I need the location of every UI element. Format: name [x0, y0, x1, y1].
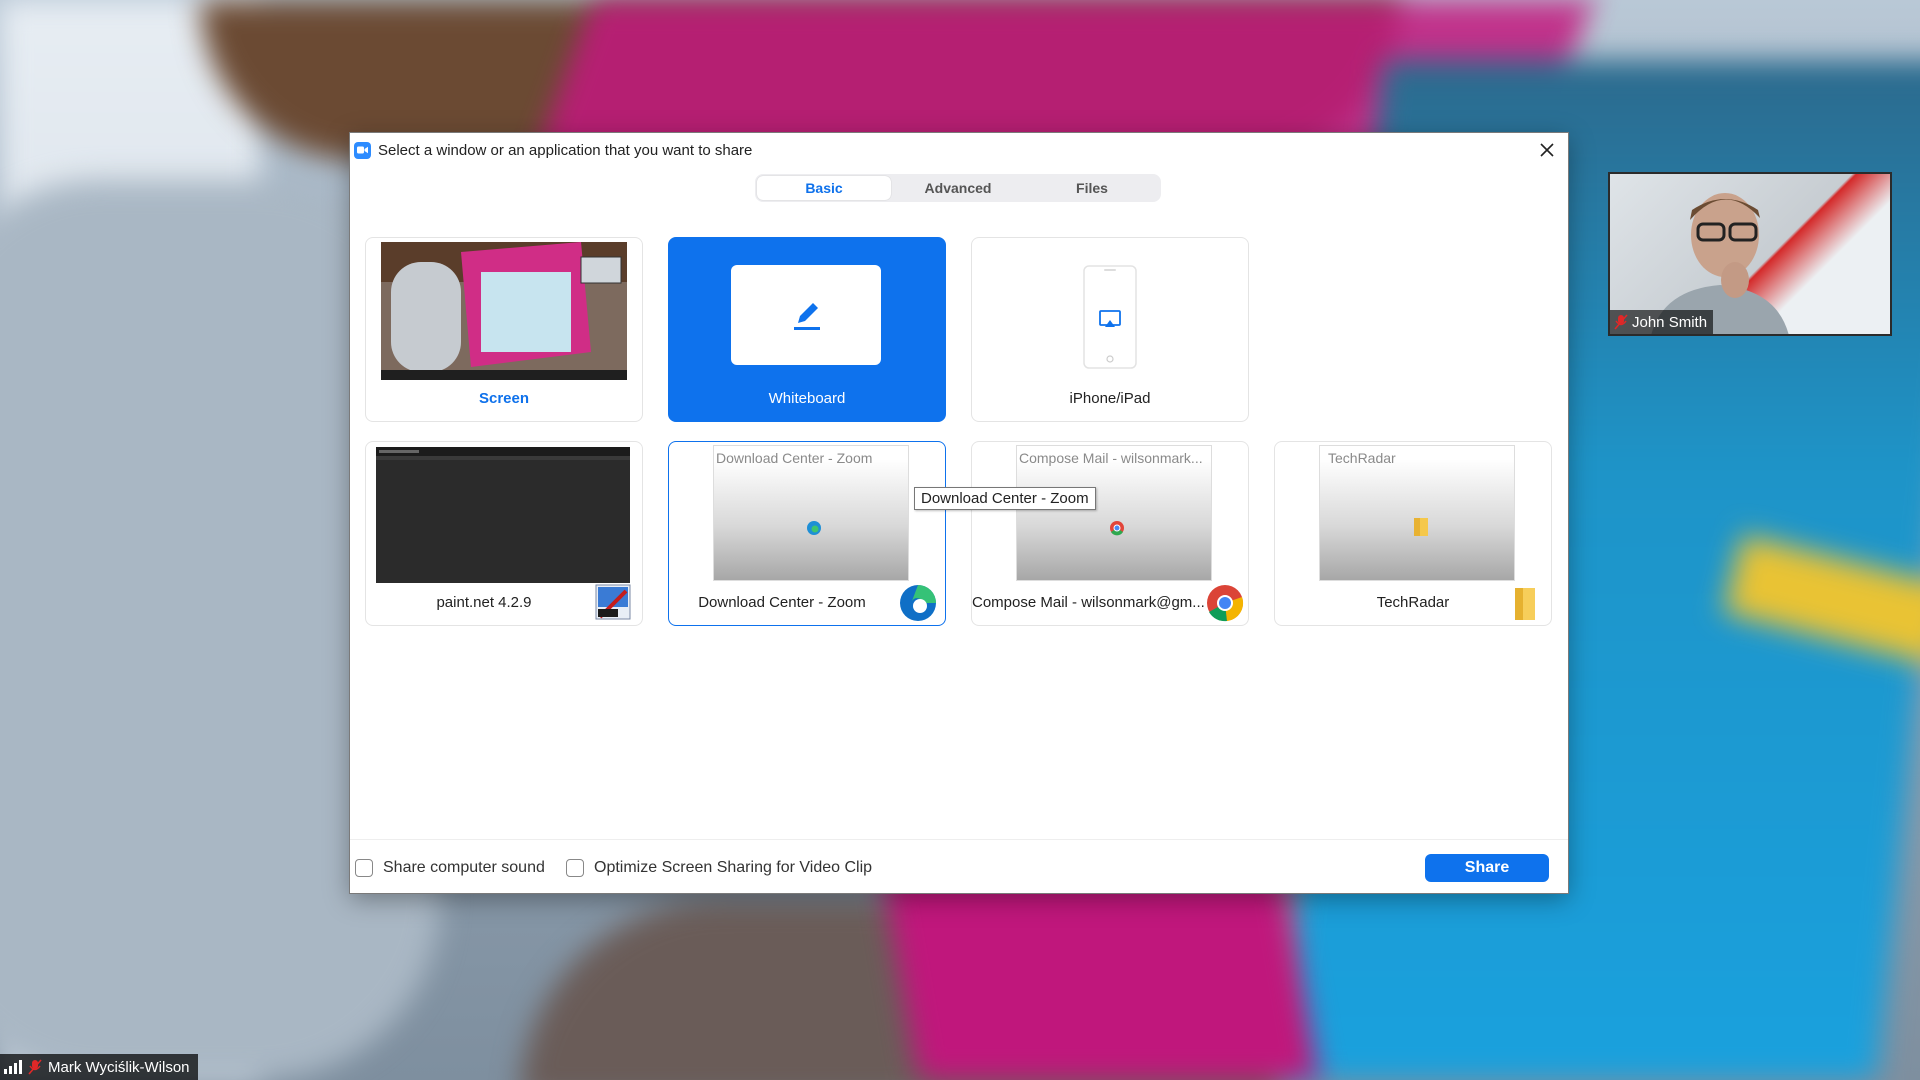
- window-thumbnail: Download Center - Zoom: [713, 445, 909, 581]
- share-item-label: Whiteboard: [669, 390, 945, 407]
- participant-name: John Smith: [1632, 314, 1707, 331]
- tooltip: Download Center - Zoom: [914, 487, 1096, 510]
- participant-video-tile[interactable]: John Smith: [1608, 172, 1892, 336]
- share-button[interactable]: Share: [1425, 854, 1549, 882]
- whiteboard-preview: [731, 265, 881, 365]
- folder-icon: [1503, 584, 1541, 622]
- optimize-video-label: Optimize Screen Sharing for Video Clip: [594, 859, 872, 877]
- zoom-logo-icon: [354, 142, 371, 159]
- self-name-tag: Mark Wyciślik-Wilson: [0, 1054, 198, 1080]
- tab-advanced[interactable]: Advanced: [891, 176, 1025, 200]
- share-item-techradar[interactable]: TechRadar TechRadar: [1274, 441, 1552, 626]
- share-item-label: Compose Mail - wilsonmark@gm...: [972, 594, 1208, 611]
- edge-icon: [899, 584, 937, 622]
- close-button[interactable]: [1534, 137, 1560, 163]
- mic-muted-icon: [1614, 314, 1628, 330]
- dialog-title: Select a window or an application that y…: [378, 142, 752, 159]
- checkbox-box[interactable]: [355, 859, 373, 877]
- window-thumbnail-title: Compose Mail - wilsonmark...: [1017, 446, 1211, 470]
- share-item-label: Screen: [366, 390, 642, 407]
- share-item-screen[interactable]: Screen: [365, 237, 643, 422]
- share-item-paint-net[interactable]: paint.net 4.2.9: [365, 441, 643, 626]
- optimize-video-checkbox[interactable]: Optimize Screen Sharing for Video Clip: [566, 859, 872, 877]
- paint-net-thumbnail: [376, 447, 630, 583]
- pencil-icon: [789, 298, 823, 332]
- iphone-airplay-icon: [1083, 265, 1137, 369]
- participant-name-tag: John Smith: [1610, 310, 1713, 334]
- footer-divider: [350, 839, 1568, 840]
- window-thumbnail: TechRadar: [1319, 445, 1515, 581]
- share-item-iphone-ipad[interactable]: iPhone/iPad: [971, 237, 1249, 422]
- share-screen-dialog: Select a window or an application that y…: [350, 133, 1568, 893]
- tab-basic[interactable]: Basic: [757, 176, 891, 200]
- share-tabs: Basic Advanced Files: [755, 174, 1161, 202]
- self-name: Mark Wyciślik-Wilson: [48, 1059, 190, 1076]
- share-item-download-center[interactable]: Download Center - Zoom Download Center -…: [668, 441, 946, 626]
- tab-files[interactable]: Files: [1025, 176, 1159, 200]
- edge-small-icon: [806, 520, 822, 536]
- share-item-label: iPhone/iPad: [972, 390, 1248, 407]
- dialog-titlebar: Select a window or an application that y…: [350, 133, 1568, 167]
- chrome-small-icon: [1109, 520, 1125, 536]
- screen-thumbnail: [381, 242, 627, 380]
- share-item-label: paint.net 4.2.9: [366, 594, 602, 611]
- share-item-label: Download Center - Zoom: [669, 594, 895, 611]
- mic-muted-icon: [28, 1059, 42, 1075]
- share-computer-sound-checkbox[interactable]: Share computer sound: [355, 859, 545, 877]
- share-item-compose-mail[interactable]: Compose Mail - wilsonmark... Compose Mai…: [971, 441, 1249, 626]
- window-thumbnail-title: TechRadar: [1320, 446, 1514, 470]
- chrome-icon: [1206, 584, 1244, 622]
- share-computer-sound-label: Share computer sound: [383, 859, 545, 877]
- window-thumbnail-title: Download Center - Zoom: [714, 446, 908, 470]
- folder-small-icon: [1412, 516, 1430, 538]
- close-icon: [1540, 143, 1554, 157]
- signal-strength-icon: [4, 1060, 22, 1074]
- checkbox-box[interactable]: [566, 859, 584, 877]
- share-item-whiteboard[interactable]: Whiteboard: [668, 237, 946, 422]
- window-thumbnail: Compose Mail - wilsonmark...: [1016, 445, 1212, 581]
